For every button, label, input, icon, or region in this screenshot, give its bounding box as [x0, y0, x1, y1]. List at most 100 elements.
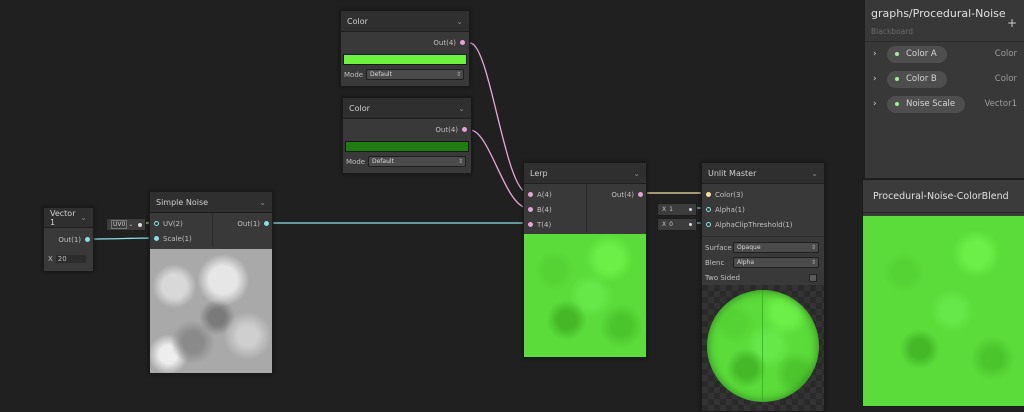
chevron-right-icon[interactable]: › [873, 49, 883, 59]
chevron-right-icon[interactable]: › [873, 74, 883, 84]
chevron-down-icon[interactable]: ⌄ [633, 169, 640, 178]
blackboard-item[interactable]: › Color A Color [873, 44, 1017, 64]
lerp-node[interactable]: Lerp ⌄ A(4) B(4) T(4) Out(4) [523, 162, 647, 358]
chevron-down-icon[interactable]: ⌄ [259, 198, 266, 207]
chevron-down-icon[interactable]: ⌄ [80, 213, 87, 222]
plus-icon[interactable]: + [1007, 16, 1017, 30]
field-port [689, 208, 692, 211]
output-port-row[interactable]: Out(4) [343, 122, 471, 137]
x-value-input[interactable]: 20 [55, 254, 86, 263]
unlit-master-node[interactable]: Unlit Master ⌄ Color(3) Alpha(1) AlphaCl… [701, 162, 825, 412]
input-port[interactable] [528, 207, 533, 212]
color-swatch[interactable] [345, 141, 469, 152]
property-name: Noise Scale [906, 99, 956, 109]
mode-value: Default [370, 71, 392, 78]
surface-label: Surface [705, 243, 732, 252]
main-preview-header[interactable]: Procedural-Noise-ColorBlend [863, 180, 1024, 213]
surface-dropdown[interactable]: Opaque ⇕ [733, 242, 819, 253]
checkbox-icon[interactable] [809, 273, 817, 282]
port-label: Out(4) [435, 125, 458, 134]
node-header[interactable]: Vector 1 ⌄ [44, 208, 93, 228]
property-pill[interactable]: Color B [887, 70, 947, 88]
output-port[interactable] [85, 237, 90, 242]
port-label: Alpha(1) [715, 205, 745, 214]
port-label: AlphaClipThreshold(1) [715, 220, 793, 229]
port-label: Out(4) [611, 190, 634, 199]
output-port[interactable] [462, 127, 467, 132]
port-label: B(4) [537, 205, 552, 214]
blend-value: Alpha [737, 259, 755, 266]
node-title: Simple Noise [156, 197, 209, 207]
alpha-inline-field[interactable]: X 1 [657, 203, 697, 216]
chevron-down-icon[interactable]: ⌄ [458, 104, 465, 113]
lerp-preview [524, 234, 646, 357]
alpha-value[interactable]: 1 [669, 206, 673, 213]
input-port-row[interactable]: A(4) [524, 187, 586, 202]
color-node-a[interactable]: Color ⌄ Out(4) Mode Default ⇕ [340, 10, 470, 87]
main-preview-image[interactable] [863, 216, 1024, 406]
property-type: Color [994, 49, 1017, 59]
output-port-row[interactable]: Out(1) [44, 232, 93, 247]
alpha-clip-value[interactable]: 0 [669, 221, 673, 228]
chevron-right-icon[interactable]: › [873, 99, 883, 109]
blackboard-item[interactable]: › Color B Color [873, 69, 1017, 89]
blackboard-panel[interactable]: graphs/Procedural-Noise + Blackboard › C… [864, 0, 1024, 178]
blend-label: Blenc [705, 258, 725, 267]
node-header[interactable]: Simple Noise ⌄ [150, 192, 272, 213]
input-port-row[interactable]: UV(2) [150, 216, 212, 231]
input-port-row[interactable]: Alpha(1) [702, 202, 824, 217]
input-port[interactable] [528, 222, 533, 227]
mode-value: Default [372, 158, 394, 165]
mode-dropdown[interactable]: Default ⇕ [366, 69, 464, 80]
uv-field-port [138, 222, 142, 227]
node-header[interactable]: Unlit Master ⌄ [702, 163, 824, 184]
output-port-row[interactable]: Out(1) [213, 216, 272, 231]
port-label: Scale(1) [163, 234, 192, 243]
node-title: Color [349, 103, 370, 113]
output-port-row[interactable]: Out(4) [341, 35, 469, 50]
uv-inline-field[interactable]: UV0 ⌄ [106, 218, 146, 231]
input-port-row[interactable]: Scale(1) [150, 231, 212, 246]
main-preview-panel[interactable]: Procedural-Noise-ColorBlend [862, 179, 1024, 407]
wire-color-b-to-lerp-b [469, 129, 529, 209]
input-port[interactable] [528, 192, 533, 197]
node-header[interactable]: Color ⌄ [341, 11, 469, 32]
color-node-b[interactable]: Color ⌄ Out(4) Mode Default ⇕ [342, 97, 472, 174]
blend-dropdown[interactable]: Alpha ⇕ [733, 257, 819, 268]
input-port[interactable] [706, 207, 711, 212]
property-dot [895, 52, 899, 56]
master-preview [702, 285, 824, 411]
output-port[interactable] [460, 40, 465, 45]
property-type: Color [994, 74, 1017, 84]
color-swatch[interactable] [343, 54, 467, 65]
output-port[interactable] [264, 221, 269, 226]
property-pill[interactable]: Noise Scale [887, 95, 966, 113]
input-port-row[interactable]: Color(3) [702, 187, 824, 202]
blackboard-title: graphs/Procedural-Noise [871, 7, 1006, 20]
port-label: Out(1) [237, 219, 260, 228]
input-port[interactable] [706, 192, 711, 197]
node-title: Color [347, 16, 368, 26]
output-port[interactable] [638, 192, 643, 197]
mode-dropdown[interactable]: Default ⇕ [368, 156, 466, 167]
simple-noise-node[interactable]: Simple Noise ⌄ UV(2) Scale(1) Out(1) [149, 191, 273, 374]
vector1-node[interactable]: Vector 1 ⌄ Out(1) X 20 [43, 207, 94, 272]
property-pill[interactable]: Color A [887, 45, 947, 63]
blackboard-item[interactable]: › Noise Scale Vector1 [873, 94, 1017, 114]
output-port-row[interactable]: Out(4) [587, 187, 646, 202]
chevron-down-icon[interactable]: ⌄ [811, 169, 818, 178]
node-header[interactable]: Color ⌄ [343, 98, 471, 119]
chevron-down-icon[interactable]: ⌄ [456, 17, 463, 26]
input-port-row[interactable]: T(4) [524, 217, 586, 232]
surface-value: Opaque [737, 244, 761, 251]
wire-color-a-to-lerp-a [469, 42, 529, 194]
property-name: Color B [906, 74, 937, 84]
input-port[interactable] [154, 221, 159, 226]
input-port-row[interactable]: AlphaClipThreshold(1) [702, 217, 824, 232]
input-port[interactable] [154, 236, 159, 241]
input-port-row[interactable]: B(4) [524, 202, 586, 217]
input-port[interactable] [706, 222, 711, 227]
node-header[interactable]: Lerp ⌄ [524, 163, 646, 184]
alpha-clip-inline-field[interactable]: X 0 [657, 218, 697, 231]
mode-label: Mode [346, 157, 366, 166]
